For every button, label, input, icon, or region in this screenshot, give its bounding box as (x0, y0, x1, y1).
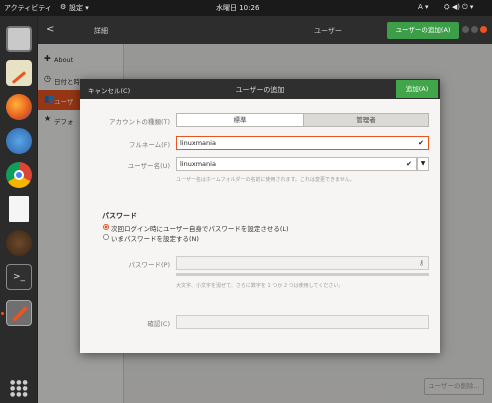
gear-icon: ⚙ (60, 3, 67, 11)
firefox-icon[interactable] (6, 94, 32, 120)
document-icon[interactable] (9, 196, 29, 222)
key-icon[interactable]: ⚷ (419, 257, 424, 269)
fullname-field[interactable]: linuxmania ✔ (176, 136, 429, 150)
username-value: linuxmania (180, 160, 216, 168)
checkmark-icon: ✔ (418, 139, 424, 147)
minimize-icon[interactable] (462, 26, 469, 33)
radio-next-login-label: 次回ログイン時にユーザー自身でパスワードを設定させる(L) (111, 225, 289, 233)
account-type-label: アカウントの種類(T) (108, 118, 170, 126)
radio-set-now-label: いまパスワードを設定する(N) (111, 235, 199, 243)
back-button[interactable]: < (46, 24, 54, 35)
add-user-button[interactable]: ユーザーの追加(A) (387, 22, 459, 39)
password-strength-bar (176, 273, 429, 276)
settings-header: < 詳細 ユーザー ユーザーの追加(A) (38, 16, 492, 44)
username-combobox[interactable]: linuxmania ✔ (176, 157, 417, 171)
clock[interactable]: 水曜日 10:26 (216, 3, 259, 13)
header-title: 詳細 (94, 27, 108, 35)
input-method-indicator[interactable]: A ▾ (418, 3, 429, 11)
radio-set-now[interactable] (103, 234, 109, 240)
account-type-admin[interactable]: 管理者 (303, 113, 429, 127)
chevron-down-icon[interactable]: ▼ (417, 157, 429, 171)
files-manager-icon[interactable] (6, 26, 32, 52)
terminal-icon[interactable]: >_ (6, 264, 32, 290)
password-hint: 大文字、小文字を混ぜて、さらに数字を 1 つか 2 つは使用してください。 (176, 283, 344, 289)
settings-icon[interactable] (6, 300, 32, 326)
radio-next-login[interactable] (103, 224, 109, 230)
thunderbird-icon[interactable] (6, 128, 32, 154)
password-label: パスワード(P) (128, 261, 171, 269)
show-applications-icon[interactable]: ●●● ●●● ●●● (10, 380, 28, 398)
add-button[interactable]: 追加(A) (396, 80, 438, 98)
activities-button[interactable]: アクティビティ (4, 3, 52, 13)
username-label: ユーザー名(U) (127, 162, 170, 170)
add-user-dialog: ユーザーの追加 キャンセル(C) 追加(A) アカウントの種類(T) 標準 管理… (80, 79, 440, 353)
checkmark-icon: ✔ (406, 160, 412, 168)
text-editor-icon[interactable] (6, 60, 32, 86)
dialog-header: ユーザーの追加 キャンセル(C) 追加(A) (80, 79, 440, 99)
gimp-icon[interactable] (6, 230, 32, 256)
users-title: ユーザー (314, 27, 342, 35)
close-icon[interactable] (480, 26, 487, 33)
dialog-title: ユーザーの追加 (235, 86, 285, 94)
top-bar: アクティビティ ⚙ 設定 ▾ 水曜日 10:26 A ▾ ⛭ ◀) ⏻ ▾ (0, 0, 492, 16)
fullname-label: フルネーム(F) (128, 141, 170, 149)
fullname-value: linuxmania (180, 139, 216, 147)
password-field[interactable]: ⚷ (176, 256, 429, 270)
system-menu[interactable]: ⛭ ◀) ⏻ ▾ (444, 3, 473, 12)
maximize-icon[interactable] (471, 26, 478, 33)
dock: >_ ●●● ●●● ●●● (0, 16, 38, 403)
account-type-standard[interactable]: 標準 (176, 113, 304, 127)
active-indicator (1, 312, 4, 315)
chrome-icon[interactable] (6, 162, 32, 188)
password-section-title: パスワード (102, 212, 137, 220)
cancel-button[interactable]: キャンセル(C) (88, 85, 130, 95)
username-hint: ユーザー名はホームフォルダーの名前に使用されます。これは変更できません。 (176, 177, 355, 183)
confirm-password-field[interactable] (176, 315, 429, 329)
confirm-label: 確認(C) (147, 320, 170, 328)
app-menu[interactable]: 設定 ▾ (69, 3, 89, 13)
